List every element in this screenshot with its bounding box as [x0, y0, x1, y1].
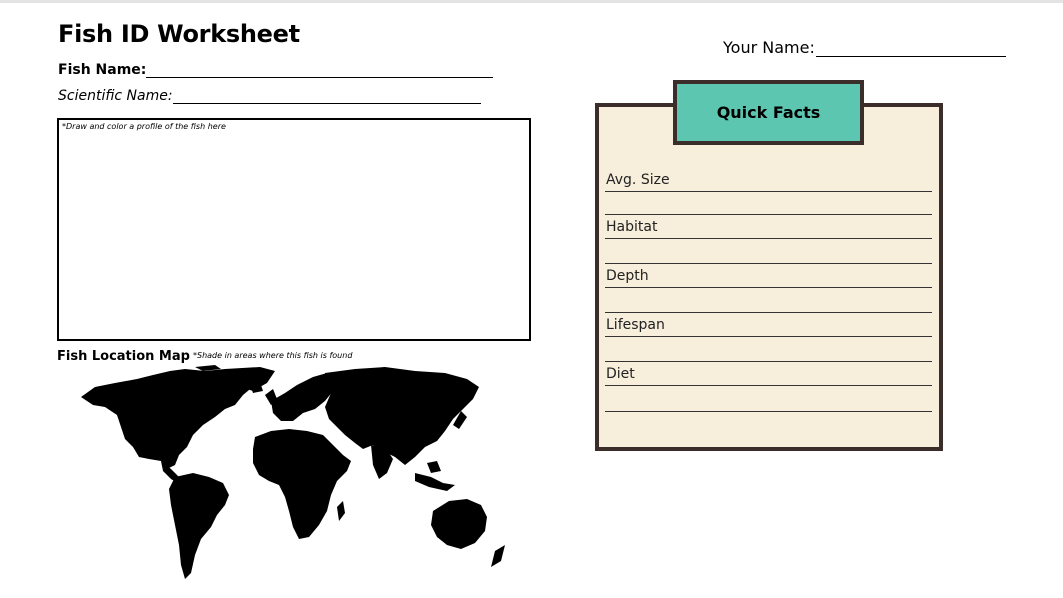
map-title: Fish Location Map [57, 349, 190, 364]
borneo-shape [427, 461, 441, 473]
quick-facts-title: Quick Facts [716, 103, 821, 122]
worksheet-title: Fish ID Worksheet [58, 20, 300, 48]
map-hint: *Shade in areas where this fish is found [193, 351, 353, 360]
scientific-name-blank[interactable] [172, 89, 481, 104]
top-divider [0, 0, 1063, 3]
scientific-name-field: Scientific Name: [58, 88, 481, 104]
africa-shape [253, 429, 351, 539]
fact-line-lifespan[interactable] [605, 336, 932, 337]
scientific-name-label: Scientific Name: [58, 88, 173, 104]
fish-name-blank[interactable] [146, 63, 494, 78]
fact-line-habitat-2[interactable] [605, 263, 932, 264]
fact-line-diet[interactable] [605, 385, 932, 386]
fact-label-lifespan: Lifespan [606, 317, 665, 333]
quick-facts-tab: Quick Facts [673, 80, 864, 145]
fact-line-lifespan-2[interactable] [605, 361, 932, 362]
fish-drawing-box[interactable]: *Draw and color a profile of the fish he… [57, 118, 531, 341]
fact-line-diet-2[interactable] [605, 411, 932, 412]
europe-shape [271, 373, 337, 421]
australia-shape [431, 499, 487, 549]
fact-label-diet: Diet [606, 366, 635, 382]
your-name-label: Your Name: [723, 38, 815, 57]
fact-line-habitat[interactable] [605, 238, 932, 239]
your-name-blank[interactable] [815, 38, 1006, 57]
asia-shape [325, 367, 479, 465]
fish-name-field: Fish Name: [58, 62, 494, 78]
madagascar-shape [337, 501, 345, 521]
world-map[interactable] [75, 365, 515, 585]
fact-label-habitat: Habitat [606, 219, 658, 235]
fish-name-label: Fish Name: [58, 62, 147, 78]
fact-line-depth-2[interactable] [605, 312, 932, 313]
fact-line-avg-size[interactable] [605, 191, 932, 192]
fact-line-depth[interactable] [605, 287, 932, 288]
new-zealand-shape [491, 545, 505, 567]
indonesia-shape [415, 473, 455, 491]
fact-label-depth: Depth [606, 268, 649, 284]
south-america-shape [169, 473, 229, 579]
draw-hint: *Draw and color a profile of the fish he… [62, 122, 226, 131]
your-name-field: Your Name: [723, 38, 1006, 57]
fact-label-avg-size: Avg. Size [606, 172, 670, 188]
fact-line-avg-size-2[interactable] [605, 214, 932, 215]
